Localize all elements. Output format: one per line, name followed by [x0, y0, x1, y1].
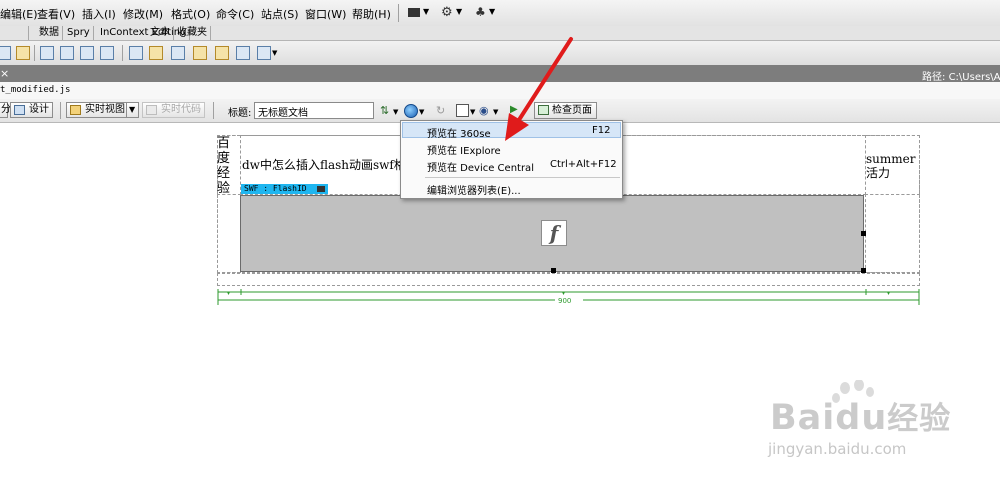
close-icon[interactable]: ×	[0, 67, 9, 80]
shortcut-f12: F12	[592, 125, 611, 136]
chevron-down-icon[interactable]: ▼	[489, 7, 495, 16]
preview-in-browser-icon[interactable]	[404, 104, 418, 118]
path-display: 路径: C:\Users\Adr	[922, 68, 1000, 83]
live-view-button[interactable]: 实时视图	[66, 102, 129, 118]
insert-icon[interactable]	[0, 46, 11, 60]
swf-eye-icon	[317, 185, 326, 192]
watermark-brand-bai: Bai	[770, 398, 836, 438]
live-view-dropdown[interactable]: ▼	[126, 102, 139, 118]
toolbar-separator	[122, 45, 123, 61]
image-field-icon[interactable]	[215, 46, 229, 60]
chevron-down-icon: ▼	[129, 105, 136, 114]
svg-text:▾: ▾	[227, 290, 230, 297]
menu-item-preview-360se[interactable]: 预览在 360se	[427, 125, 491, 140]
live-view-icon	[70, 105, 81, 115]
resize-handle-right[interactable]	[861, 231, 866, 236]
hidden-field-icon[interactable]	[80, 46, 94, 60]
svg-text:▾: ▾	[562, 290, 565, 297]
left-cell-text[interactable]: 百度经验	[217, 136, 237, 196]
menu-insert[interactable]: 插入(I)	[82, 6, 116, 22]
textarea-icon[interactable]	[100, 46, 114, 60]
live-view-label: 实时视图	[85, 104, 125, 115]
layout-icon[interactable]	[408, 8, 420, 17]
title-label: 标题:	[228, 108, 252, 119]
flash-icon: f	[541, 220, 567, 246]
table-icon[interactable]	[129, 46, 143, 60]
visual-aids-icon[interactable]: ◉	[479, 104, 492, 117]
design-view-button[interactable]: 设计	[10, 102, 53, 118]
folder-icon[interactable]	[16, 46, 30, 60]
refresh-icon[interactable]: ↻	[436, 104, 449, 117]
menu-separator	[398, 4, 399, 22]
button-icon[interactable]	[257, 46, 271, 60]
menu-item-edit-browser-list[interactable]: 编辑浏览器列表(E)...	[427, 182, 521, 197]
main-cell-text[interactable]: dw中怎么插入flash动画swf格式	[242, 156, 418, 173]
resize-handle-corner[interactable]	[861, 268, 866, 273]
menu-help[interactable]: 帮助(H)	[352, 6, 391, 22]
site-tree-icon[interactable]: ♣	[475, 5, 486, 19]
menu-commands[interactable]: 命令(C)	[216, 6, 254, 22]
live-code-button[interactable]: 实时代码	[142, 102, 205, 118]
menu-format[interactable]: 格式(O)	[171, 6, 210, 22]
menu-edit[interactable]: 编辑(E)	[0, 6, 38, 22]
svg-text:▾: ▾	[887, 290, 890, 297]
title-input[interactable]: 无标题文档	[254, 102, 374, 119]
tab-text[interactable]: 文本	[147, 26, 174, 40]
watermark-brand-cn: 经验	[887, 401, 952, 437]
menu-window[interactable]: 窗口(W)	[305, 6, 346, 22]
watermark-brand: Baidu经验	[770, 393, 951, 438]
view-options-icon[interactable]	[456, 104, 469, 117]
chevron-down-icon[interactable]: ▼	[423, 7, 429, 16]
menu-separator	[425, 177, 620, 178]
shortcut-ctrl-alt-f12: Ctrl+Alt+F12	[550, 159, 617, 170]
right-cell-text[interactable]: summer活力	[866, 152, 920, 180]
menu-item-preview-iexplore[interactable]: 预览在 IExplore	[427, 142, 501, 157]
file-management-icon[interactable]: ⇅	[380, 104, 393, 117]
chevron-down-icon[interactable]: ▼	[456, 7, 462, 16]
swf-tag-label: SWF : FlashID	[244, 184, 307, 193]
related-file-link[interactable]: t_modified.js	[0, 85, 70, 95]
toolbar-separator	[213, 102, 214, 119]
form-icon[interactable]	[40, 46, 54, 60]
table-cell-left-bottom	[217, 194, 241, 273]
design-icon	[14, 105, 25, 115]
chevron-down-icon[interactable]: ▼	[272, 49, 277, 57]
list-icon[interactable]	[193, 46, 207, 60]
live-code-icon	[146, 105, 157, 115]
file-field-icon[interactable]	[236, 46, 250, 60]
menu-bar: 编辑(E) 查看(V) 插入(I) 修改(M) 格式(O) 命令(C) 站点(S…	[0, 0, 1000, 27]
menu-view[interactable]: 查看(V)	[37, 6, 75, 22]
watermark-brand-du: du	[835, 398, 888, 438]
tab-data[interactable]: 数据	[36, 26, 63, 40]
annotation-arrow	[505, 37, 573, 141]
tab-favorites[interactable]: 收藏夹	[174, 26, 211, 40]
swf-tag[interactable]: SWF : FlashID	[241, 184, 329, 194]
toolbar-separator	[34, 45, 35, 61]
ruler-width-label: 900	[558, 297, 572, 305]
resize-handle-bottom[interactable]	[551, 268, 556, 273]
menu-site[interactable]: 站点(S)	[261, 6, 299, 22]
menu-modify[interactable]: 修改(M)	[123, 6, 163, 22]
watermark-url: jingyan.baidu.com	[768, 440, 907, 458]
radio-icon[interactable]	[171, 46, 185, 60]
design-view-label: 设计	[29, 104, 49, 115]
table-bottom-row	[217, 273, 920, 286]
toolbar-separator	[60, 102, 61, 119]
text-field-icon[interactable]	[60, 46, 74, 60]
tab-spry[interactable]: Spry	[64, 26, 94, 40]
table-cell-right-bottom	[865, 194, 920, 273]
checkbox-icon[interactable]	[149, 46, 163, 60]
split-view-button[interactable]: 分	[0, 102, 11, 118]
gear-icon[interactable]: ⚙	[441, 5, 453, 20]
menu-item-preview-device-central[interactable]: 预览在 Device Central	[427, 159, 534, 174]
tab-partial[interactable]	[0, 26, 29, 40]
live-code-label: 实时代码	[161, 104, 201, 115]
